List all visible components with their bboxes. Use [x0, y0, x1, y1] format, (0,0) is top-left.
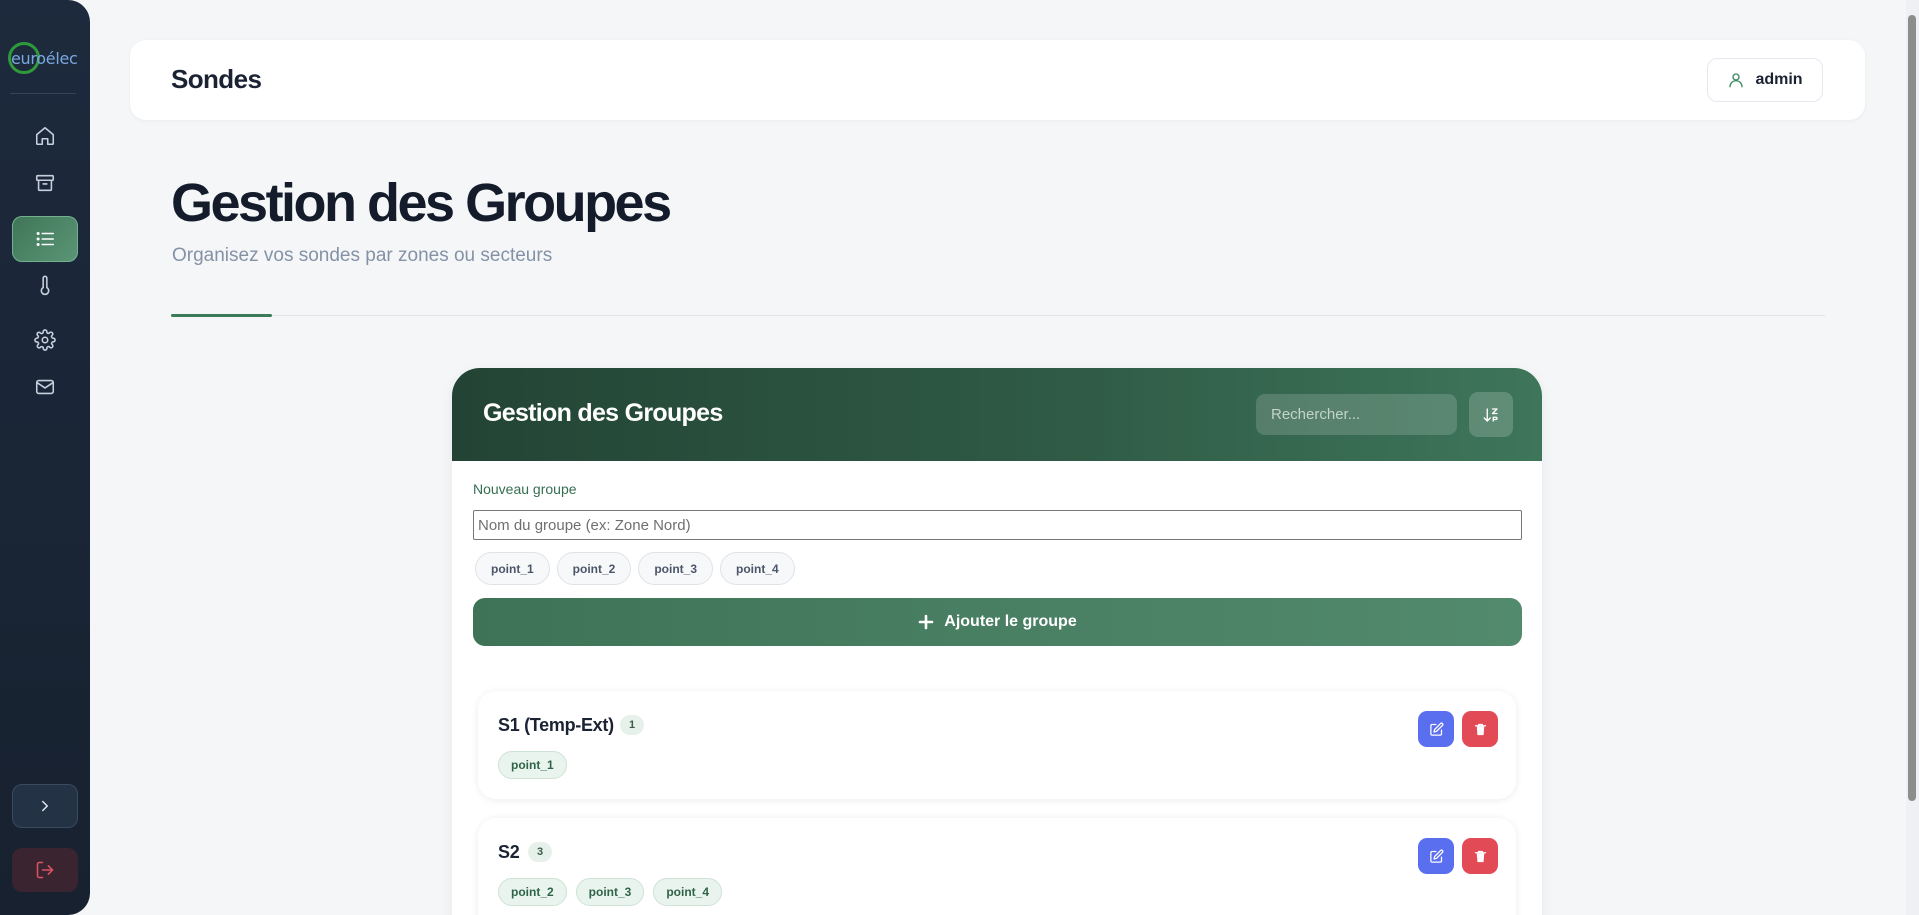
section-divider [171, 315, 1825, 316]
card-title: Gestion des Groupes [483, 399, 723, 427]
group-point-chip: point_2 [498, 878, 567, 906]
point-chip[interactable]: point_1 [475, 552, 550, 585]
sidebar-item-groups[interactable] [12, 216, 78, 262]
logout-button[interactable] [12, 848, 78, 892]
thermometer-icon [40, 275, 50, 296]
group-point-chip: point_4 [653, 878, 723, 906]
trash-icon [1474, 723, 1486, 735]
group-item: S1 (Temp-Ext) 1 point_1 [478, 691, 1516, 799]
header-title: Sondes [171, 64, 262, 94]
edit-group-button[interactable] [1418, 838, 1454, 874]
user-menu-button[interactable]: admin [1707, 58, 1823, 102]
groups-card: Gestion des Groupes Nouveau groupe point… [452, 368, 1542, 915]
page-subtitle: Organisez vos sondes par zones ou secteu… [172, 245, 553, 266]
scrollbar-thumb[interactable] [1908, 15, 1916, 801]
brand-logo: euroélec [6, 40, 86, 76]
chevron-right-icon [42, 800, 48, 812]
home-icon [35, 126, 55, 146]
logout-icon [36, 861, 54, 879]
edit-icon [1429, 722, 1443, 736]
sidebar-item-sondes[interactable] [12, 262, 78, 308]
add-group-button[interactable]: Ajouter le groupe [473, 598, 1522, 646]
new-group-label: Nouveau groupe [473, 481, 577, 497]
mail-icon [35, 379, 55, 395]
point-chip-list: point_1 point_2 point_3 point_4 [475, 552, 795, 585]
archive-icon [35, 174, 55, 192]
group-point-list: point_2 point_3 point_4 [498, 878, 723, 906]
delete-group-button[interactable] [1462, 838, 1498, 874]
group-point-chip: point_3 [575, 878, 645, 906]
sidebar: euroélec [0, 0, 90, 915]
logo-text: euroélec [11, 48, 78, 68]
sort-button[interactable] [1469, 392, 1513, 437]
divider-accent [171, 314, 272, 317]
group-name: S2 [498, 842, 520, 862]
search-input[interactable] [1256, 394, 1457, 435]
point-chip[interactable]: point_2 [556, 552, 632, 585]
edit-icon [1429, 849, 1443, 863]
page-title: Gestion des Groupes [171, 173, 672, 233]
trash-icon [1474, 850, 1486, 862]
group-point-list: point_1 [498, 751, 567, 779]
card-header: Gestion des Groupes [452, 368, 1542, 461]
group-name-input[interactable] [473, 510, 1522, 540]
delete-group-button[interactable] [1462, 711, 1498, 747]
sort-icon [1483, 407, 1498, 422]
sidebar-expand-button[interactable] [12, 784, 78, 828]
group-name: S1 (Temp-Ext) [498, 715, 614, 735]
point-chip[interactable]: point_4 [720, 552, 795, 585]
sidebar-item-archive[interactable] [12, 160, 78, 206]
point-chip[interactable]: point_3 [638, 552, 714, 585]
sidebar-item-messages[interactable] [12, 364, 78, 410]
add-group-label: Ajouter le groupe [944, 613, 1077, 630]
user-name: admin [1755, 71, 1803, 88]
plus-icon [918, 614, 934, 630]
group-count-badge: 3 [528, 842, 552, 862]
group-point-chip: point_1 [498, 751, 567, 779]
group-count-badge: 1 [620, 715, 644, 735]
gear-icon [34, 329, 56, 351]
sidebar-divider [10, 93, 76, 94]
list-icon [36, 231, 55, 247]
sidebar-item-settings[interactable] [12, 317, 78, 363]
edit-group-button[interactable] [1418, 711, 1454, 747]
group-item: S2 3 point_2 point_3 point_4 [478, 818, 1516, 915]
top-header: Sondes admin [130, 40, 1865, 120]
sidebar-item-home[interactable] [12, 113, 78, 159]
user-icon [1729, 73, 1744, 88]
